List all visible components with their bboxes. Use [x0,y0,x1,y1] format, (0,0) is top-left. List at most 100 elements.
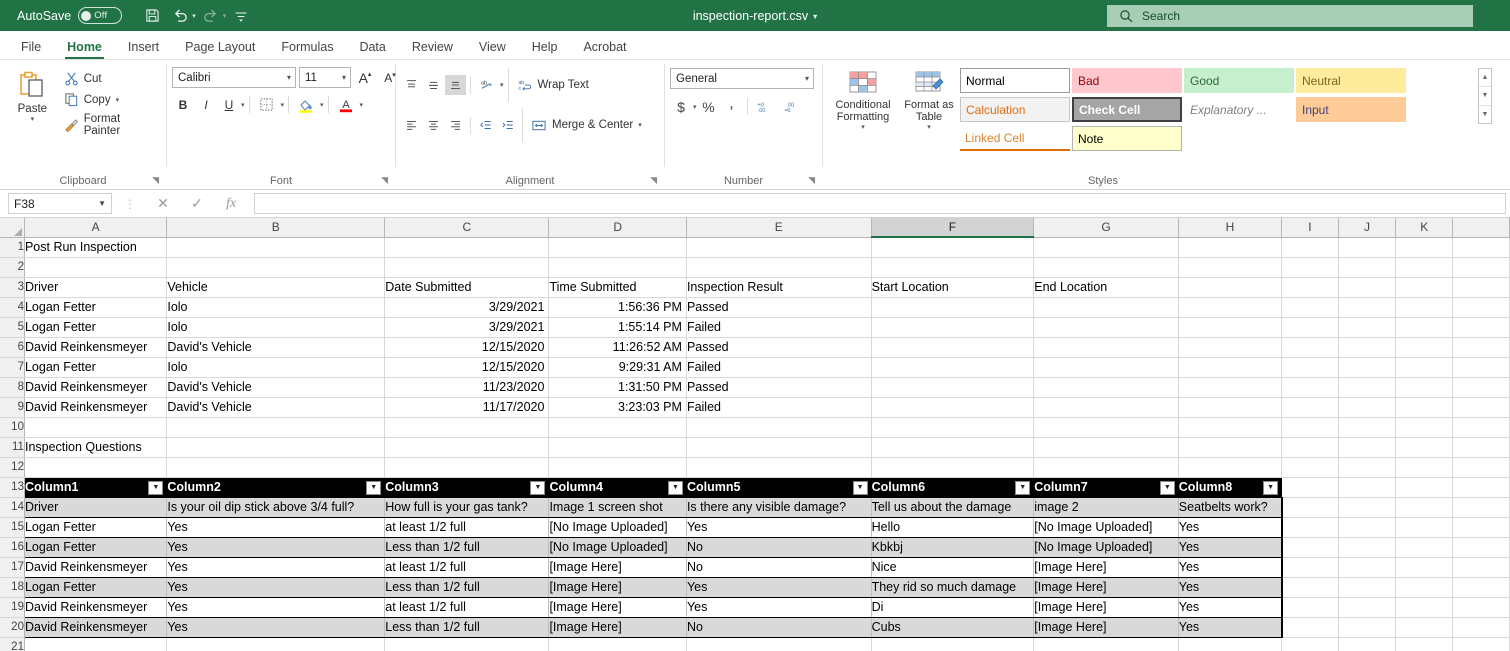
cell-d20[interactable]: [Image Here] [548,617,687,638]
format-as-table-caret[interactable]: ▾ [927,123,931,131]
cell-l9[interactable] [1452,397,1510,418]
cell-k1[interactable] [1395,237,1454,258]
cell-e9[interactable]: Failed [686,397,872,418]
cell-l2[interactable] [1452,257,1510,278]
column-header-c[interactable]: C [384,218,550,238]
cell-c12[interactable] [384,457,550,478]
column-header-e[interactable]: E [686,218,872,238]
redo-icon[interactable] [198,4,224,28]
cell-b3[interactable]: Vehicle [166,277,386,298]
cell-f11[interactable] [871,437,1035,458]
cell-j19[interactable] [1338,597,1397,618]
cell-f1[interactable] [871,237,1035,258]
cell-b19[interactable]: Yes [166,597,386,618]
cell-l1[interactable] [1452,237,1510,258]
cell-i13[interactable] [1281,477,1339,498]
cell-d8[interactable]: 1:31:50 PM [548,377,687,398]
cell-l10[interactable] [1452,417,1510,438]
comma-style-button[interactable]: , [721,95,743,117]
cell-g5[interactable] [1033,317,1179,338]
cell-h11[interactable] [1178,437,1283,458]
cell-d12[interactable] [548,457,687,478]
decrease-indent-button[interactable] [475,115,496,135]
increase-indent-button[interactable] [497,115,518,135]
cell-style-check-cell[interactable]: Check Cell [1072,97,1182,122]
cell-k16[interactable] [1395,537,1454,558]
cell-j16[interactable] [1338,537,1397,558]
formula-input[interactable] [254,193,1506,214]
cell-c18[interactable]: Less than 1/2 full [384,577,550,598]
row-header-9[interactable]: 9 [0,397,25,418]
cell-c11[interactable] [384,437,550,458]
styles-gallery-scrollbar[interactable]: ▲ ▼ ▼ [1478,68,1492,124]
cell-h10[interactable] [1178,417,1283,438]
font-color-button[interactable]: A [333,94,359,115]
cell-h18[interactable]: Yes [1178,577,1283,598]
cell-i3[interactable] [1281,277,1339,298]
scroll-down-icon[interactable]: ▼ [1479,87,1491,106]
bold-button[interactable]: B [172,94,194,115]
cell-c16[interactable]: Less than 1/2 full [384,537,550,558]
column-header-a[interactable]: A [24,218,168,238]
cell-d15[interactable]: [No Image Uploaded] [548,517,687,538]
scroll-up-icon[interactable]: ▲ [1479,69,1491,88]
cell-d14[interactable]: Image 1 screen shot [548,497,687,518]
cell-f12[interactable] [871,457,1035,478]
cell-j13[interactable] [1338,477,1397,498]
cell-f9[interactable] [871,397,1035,418]
cell-j3[interactable] [1338,277,1397,298]
cell-j21[interactable] [1338,637,1397,651]
cell-c7[interactable]: 12/15/2020 [384,357,550,378]
cell-a21[interactable] [24,637,168,651]
cell-b6[interactable]: David's Vehicle [166,337,386,358]
redo-dropdown-caret[interactable]: ▾ [223,12,227,20]
cell-h14[interactable]: Seatbelts work? [1178,497,1283,518]
column-header-j[interactable]: J [1338,218,1397,238]
cell-k4[interactable] [1395,297,1454,318]
cell-i1[interactable] [1281,237,1339,258]
cell-style-neutral[interactable]: Neutral [1296,68,1406,93]
cell-g16[interactable]: [No Image Uploaded] [1033,537,1179,558]
row-header-8[interactable]: 8 [0,377,25,398]
document-title-caret[interactable]: ▾ [813,12,817,21]
row-header-7[interactable]: 7 [0,357,25,378]
cell-b8[interactable]: David's Vehicle [166,377,386,398]
cell-a7[interactable]: Logan Fetter [24,357,168,378]
cell-g15[interactable]: [No Image Uploaded] [1033,517,1179,538]
align-top-button[interactable] [401,75,422,95]
table-column-header-8[interactable]: Column8 ▼ [1178,477,1283,498]
cell-b18[interactable]: Yes [166,577,386,598]
cell-h1[interactable] [1178,237,1283,258]
cell-d7[interactable]: 9:29:31 AM [548,357,687,378]
cell-d6[interactable]: 11:26:52 AM [548,337,687,358]
cell-f6[interactable] [871,337,1035,358]
cell-e5[interactable]: Failed [686,317,872,338]
filter-dropdown-icon[interactable]: ▼ [366,480,382,495]
cell-l19[interactable] [1452,597,1510,618]
cell-l11[interactable] [1452,437,1510,458]
cell-l7[interactable] [1452,357,1510,378]
name-box[interactable]: F38 ▼ [8,193,112,214]
row-header-13[interactable]: 13 [0,477,25,498]
cell-k12[interactable] [1395,457,1454,478]
cell-k13[interactable] [1395,477,1454,498]
row-header-1[interactable]: 1 [0,237,25,258]
cell-g21[interactable] [1033,637,1179,651]
cell-e11[interactable] [686,437,872,458]
table-column-header-7[interactable]: Column7 ▼ [1033,477,1179,498]
italic-button[interactable]: I [195,94,217,115]
cell-b11[interactable] [166,437,386,458]
alignment-dialog-launcher-icon[interactable]: ◥ [650,172,657,188]
cell-d17[interactable]: [Image Here] [548,557,687,578]
cell-f7[interactable] [871,357,1035,378]
cell-c19[interactable]: at least 1/2 full [384,597,550,618]
cell-a6[interactable]: David Reinkensmeyer [24,337,168,358]
cell-h3[interactable] [1178,277,1283,298]
cell-l4[interactable] [1452,297,1510,318]
format-as-table-button[interactable]: Format as Table ▾ [898,64,960,131]
row-header-19[interactable]: 19 [0,597,25,618]
cell-i4[interactable] [1281,297,1339,318]
cell-d10[interactable] [548,417,687,438]
cell-l14[interactable] [1452,497,1510,518]
cell-a4[interactable]: Logan Fetter [24,297,168,318]
